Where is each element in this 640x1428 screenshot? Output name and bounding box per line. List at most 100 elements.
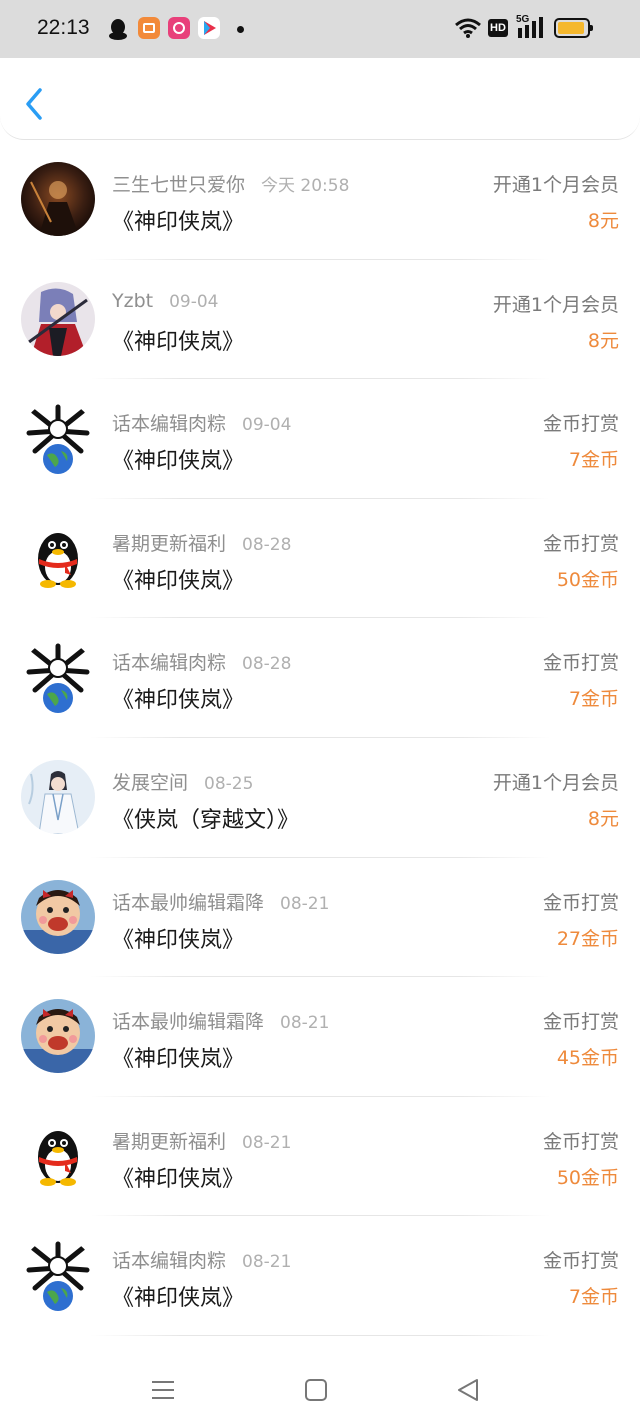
user-name-text: 话本编辑肉粽 [112,652,227,675]
user-name-text: 话本最帅编辑霜降 [112,891,265,914]
user-name: 暑期更新福利 08-21 [112,1127,291,1154]
book-title: 《神印侠岚》 [112,688,245,714]
book-title: 《神印侠岚》 [112,1166,245,1192]
transaction-amount: 7金币 [568,1286,619,1309]
record-row[interactable]: 发展空间 08-25 《侠岚（穿越文）》 开通1个月会员 8元 [0,738,640,858]
user-name-text: 暑期更新福利 [112,532,227,555]
record-date: 08-25 [204,773,254,794]
record-date: 09-04 [169,291,219,312]
record-row[interactable]: 话本编辑肉粽 09-04 《神印侠岚》 金币打赏 7金币 [0,379,640,499]
orange-app-icon [138,17,160,39]
status-time: 22:13 [37,16,90,39]
header [0,58,640,140]
record-row[interactable]: 话本编辑肉粽 08-21 《神印侠岚》 金币打赏 7金币 [0,1216,640,1336]
book-title: 《神印侠岚》 [112,568,245,594]
transaction-amount: 7金币 [568,688,619,711]
user-name-text: 话本编辑肉粽 [112,1250,227,1273]
network-label: 5G [516,14,530,25]
transaction-amount: 50金币 [556,1166,619,1189]
transaction-amount: 50金币 [556,568,619,591]
status-bar: 22:13 HD 5G [0,0,640,58]
transaction-type: 金币打赏 [542,1130,619,1153]
record-date: 08-28 [242,534,292,555]
user-name: Yzbt 09-04 [112,290,219,312]
book-title: 《神印侠岚》 [112,927,245,953]
transaction-amount: 8元 [587,807,619,830]
user-name-text: 发展空间 [112,771,189,794]
record-date: 今天 20:58 [261,176,350,196]
user-name-text: 暑期更新福利 [112,1130,227,1153]
menu-icon[interactable] [149,1376,177,1404]
record-date: 08-21 [280,1013,330,1034]
book-title: 《侠岚（穿越文）》 [112,807,300,833]
avatar[interactable] [21,879,95,954]
avatar[interactable] [21,401,95,476]
transaction-amount: 27金币 [556,927,619,950]
wifi-icon [455,18,481,38]
avatar[interactable] [21,162,95,236]
avatar[interactable] [21,999,95,1074]
user-name: 话本最帅编辑霜降 08-21 [112,1007,329,1034]
home-square-icon[interactable] [302,1376,330,1404]
transaction-amount: 45金币 [556,1047,619,1070]
record-date: 08-21 [280,893,330,914]
nav-bar [0,1350,640,1428]
avatar[interactable] [21,640,95,715]
record-date: 08-21 [242,1132,292,1153]
book-title: 《神印侠岚》 [112,1047,245,1073]
transaction-type: 金币打赏 [542,891,619,914]
transaction-type: 金币打赏 [542,652,619,675]
record-row[interactable]: 三生七世只爱你 今天 20:58 《神印侠岚》 开通1个月会员 8元 [0,140,640,260]
user-name-text: Yzbt [112,289,154,312]
user-name-text: 三生七世只爱你 [112,174,246,196]
qq-icon [109,19,127,40]
battery-icon [554,18,593,38]
avatar[interactable] [21,1118,95,1193]
record-date: 09-04 [242,415,292,436]
record-row[interactable]: 暑期更新福利 08-21 《神印侠岚》 金币打赏 50金币 [0,1097,640,1217]
pink-app-icon [168,17,190,39]
play-app-icon [198,17,220,39]
transaction-amount: 8元 [587,329,619,352]
avatar[interactable] [21,1238,95,1313]
record-row[interactable]: 话本最帅编辑霜降 08-21 《神印侠岚》 金币打赏 45金币 [0,977,640,1097]
transaction-amount: 8元 [587,210,619,232]
transaction-amount: 7金币 [568,449,619,472]
user-name: 话本最帅编辑霜降 08-21 [112,888,329,915]
back-triangle-icon[interactable] [455,1376,483,1404]
hd-icon: HD [488,19,508,37]
avatar[interactable] [21,520,95,595]
record-row[interactable]: Yzbt 09-04 《神印侠岚》 开通1个月会员 8元 [0,260,640,380]
user-name: 话本编辑肉粽 08-21 [112,1246,291,1273]
transaction-type: 金币打赏 [542,1250,619,1273]
user-name: 话本编辑肉粽 08-28 [112,648,291,675]
book-title: 《神印侠岚》 [112,1286,245,1312]
user-name-text: 话本最帅编辑霜降 [112,1011,265,1034]
record-date: 08-28 [242,654,292,675]
user-name: 三生七世只爱你 今天 20:58 [112,170,349,197]
book-title: 《神印侠岚》 [112,449,245,475]
transaction-type: 开通1个月会员 [492,771,619,794]
user-name-text: 话本编辑肉粽 [112,413,227,436]
row-divider [90,1334,550,1336]
record-list: 三生七世只爱你 今天 20:58 《神印侠岚》 开通1个月会员 8元 Yzbt 09-04 《… [0,140,640,1336]
chevron-left-icon[interactable] [18,86,52,122]
transaction-type: 开通1个月会员 [492,293,619,316]
book-title: 《神印侠岚》 [112,210,245,235]
avatar[interactable] [21,759,95,834]
transaction-type: 开通1个月会员 [492,174,619,196]
user-name: 发展空间 08-25 [112,768,253,795]
dot-icon [237,26,244,33]
user-name: 暑期更新福利 08-28 [112,529,291,556]
avatar[interactable] [21,281,95,356]
book-title: 《神印侠岚》 [112,329,245,355]
transaction-type: 金币打赏 [542,532,619,555]
record-row[interactable]: 话本最帅编辑霜降 08-21 《神印侠岚》 金币打赏 27金币 [0,858,640,978]
transaction-type: 金币打赏 [542,1011,619,1034]
record-date: 08-21 [242,1252,292,1273]
user-name: 话本编辑肉粽 09-04 [112,409,291,436]
record-row[interactable]: 暑期更新福利 08-28 《神印侠岚》 金币打赏 50金币 [0,499,640,619]
transaction-type: 金币打赏 [542,413,619,436]
record-row[interactable]: 话本编辑肉粽 08-28 《神印侠岚》 金币打赏 7金币 [0,618,640,738]
signal-icon: 5G [516,14,548,40]
